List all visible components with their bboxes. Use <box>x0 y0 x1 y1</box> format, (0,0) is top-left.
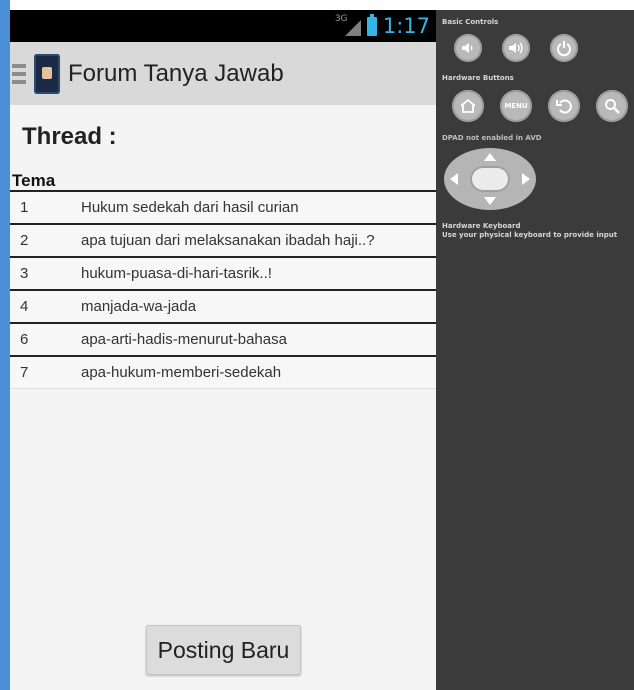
thread-row[interactable]: 1 Hukum sedekah dari hasil curian <box>10 190 436 223</box>
thread-row[interactable]: 4 manjada-wa-jada <box>10 289 436 322</box>
thread-row[interactable]: 7 apa-hukum-memberi-sedekah <box>10 355 436 389</box>
column-header-tema: Tema <box>12 171 56 190</box>
window-edge <box>0 0 10 690</box>
thread-row-number: 4 <box>20 298 29 315</box>
app-logo-icon[interactable] <box>34 53 60 94</box>
signal-icon: 3G <box>335 14 361 38</box>
battery-icon <box>366 13 377 36</box>
thread-row-number: 3 <box>20 265 29 282</box>
menu-hw-button[interactable]: MENU <box>500 90 532 122</box>
thread-row[interactable]: 3 hukum-puasa-di-hari-tasrik..! <box>10 256 436 289</box>
power-icon[interactable] <box>550 34 578 62</box>
phone-screen: 3G 1:17 Forum Tanya Jawab Thread : Tema … <box>10 10 436 690</box>
volume-up-icon[interactable] <box>502 34 530 62</box>
thread-row-number: 1 <box>20 199 29 216</box>
basic-controls-label: Basic Controls <box>442 18 499 26</box>
thread-heading: Thread : <box>22 123 117 150</box>
action-bar: Forum Tanya Jawab <box>10 42 436 105</box>
thread-row-number: 7 <box>20 364 29 381</box>
dpad-right-icon <box>522 173 530 185</box>
dpad-down-icon <box>484 197 496 205</box>
thread-list: 1 Hukum sedekah dari hasil curian 2 apa tuj… <box>10 190 436 389</box>
dpad-control[interactable] <box>444 148 536 210</box>
thread-row-number: 6 <box>20 331 29 348</box>
thread-row-topic: apa-hukum-memberi-sedekah <box>81 364 282 381</box>
volume-down-icon[interactable] <box>454 34 482 62</box>
hardware-keyboard-title: Hardware Keyboard <box>442 222 521 230</box>
dpad-left-icon <box>450 173 458 185</box>
thread-row-topic: apa-arti-hadis-menurut-bahasa <box>81 331 287 348</box>
app-title: Forum Tanya Jawab <box>68 59 284 87</box>
search-icon[interactable] <box>596 90 628 122</box>
thread-row-topic: Hukum sedekah dari hasil curian <box>81 199 299 216</box>
hardware-keyboard-note: Use your physical keyboard to provide in… <box>442 231 618 239</box>
thread-row-topic: apa tujuan dari melaksanakan ibadah haji… <box>81 232 375 249</box>
dpad-note: DPAD not enabled in AVD <box>442 134 542 142</box>
home-icon[interactable] <box>452 90 484 122</box>
dpad-center <box>470 166 510 192</box>
thread-row-topic: hukum-puasa-di-hari-tasrik..! <box>81 265 272 282</box>
thread-row[interactable]: 6 apa-arti-hadis-menurut-bahasa <box>10 322 436 355</box>
thread-row-topic: manjada-wa-jada <box>81 298 197 315</box>
posting-baru-button[interactable]: Posting Baru <box>146 625 301 675</box>
emulator-controls-panel: Basic Controls Hardware Buttons MENU DPA… <box>436 10 634 690</box>
menu-label: MENU <box>504 102 528 110</box>
drawer-menu-icon[interactable] <box>12 63 26 84</box>
back-icon[interactable] <box>548 90 580 122</box>
status-clock: 1:17 <box>382 14 430 38</box>
hardware-buttons-label: Hardware Buttons <box>442 74 514 82</box>
thread-content: Thread : Tema 1 Hukum sedekah dari hasil … <box>10 105 436 690</box>
thread-row[interactable]: 2 apa tujuan dari melaksanakan ibadah haj… <box>10 223 436 256</box>
dpad-up-icon <box>484 153 496 161</box>
thread-row-number: 2 <box>20 232 29 249</box>
status-bar: 3G 1:17 <box>10 10 436 42</box>
